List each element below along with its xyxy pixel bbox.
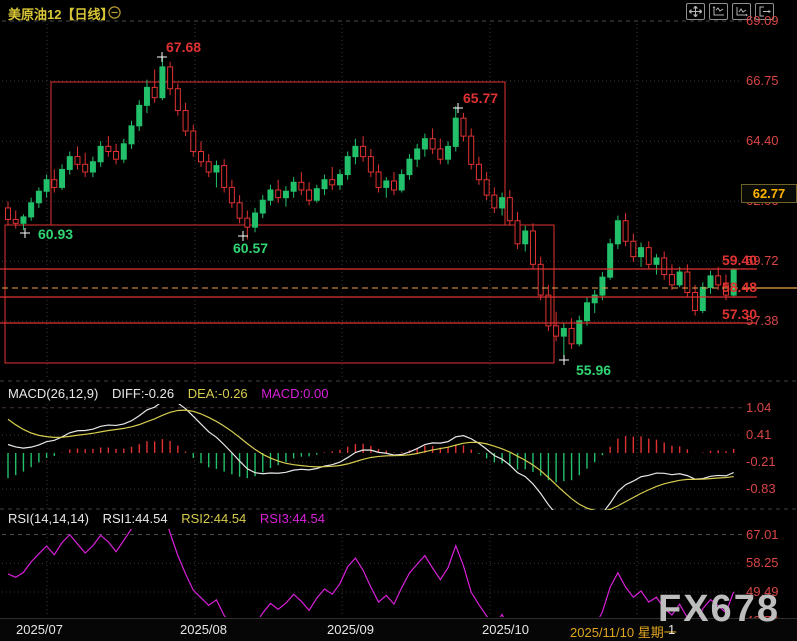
gridlines [0,21,797,616]
chart-toolbar [686,3,774,20]
macd-hist-value: MACD:0.00 [261,386,328,401]
macd-dea-value: DEA:-0.26 [188,386,248,401]
zoom-x-axis-icon[interactable] [709,3,728,20]
pan-icon[interactable] [686,3,705,20]
x-axis-date-label: 2025/09 [327,622,374,637]
x-axis-date-label: 2025/08 [180,622,227,637]
rsi1-value: RSI1:44.54 [103,511,168,526]
macd-indicator-row: MACD(26,12,9) DIFF:-0.26 DEA:-0.26 MACD:… [8,386,339,401]
collapse-icon[interactable] [108,6,121,19]
crosshair-price-label: 62.77 [741,184,797,203]
macd-params: MACD(26,12,9) [8,386,98,401]
chart-window: 美原油12【日线】 MACD(26,12,9) DIFF:-0.26 [0,0,797,641]
candles-layer [6,57,737,358]
drawn-rectangles[interactable] [5,82,554,363]
exit-fullscreen-icon[interactable] [755,3,774,20]
watermark: FX678 [658,588,780,631]
x-axis-date-label: 2025/07 [16,622,63,637]
chart-canvas[interactable] [0,0,797,641]
x-axis-date-label: 2025/10 [482,622,529,637]
zoom-y-axis-icon[interactable] [732,3,751,20]
macd-pane [8,400,734,526]
rsi2-value: RSI2:44.54 [181,511,246,526]
rsi3-value: RSI3:44.54 [260,511,325,526]
rsi-indicator-row: RSI(14,14,14) RSI1:44.54 RSI2:44.54 RSI3… [8,511,335,526]
extreme-markers [20,52,569,365]
rsi-params: RSI(14,14,14) [8,511,89,526]
macd-diff-value: DIFF:-0.26 [112,386,174,401]
